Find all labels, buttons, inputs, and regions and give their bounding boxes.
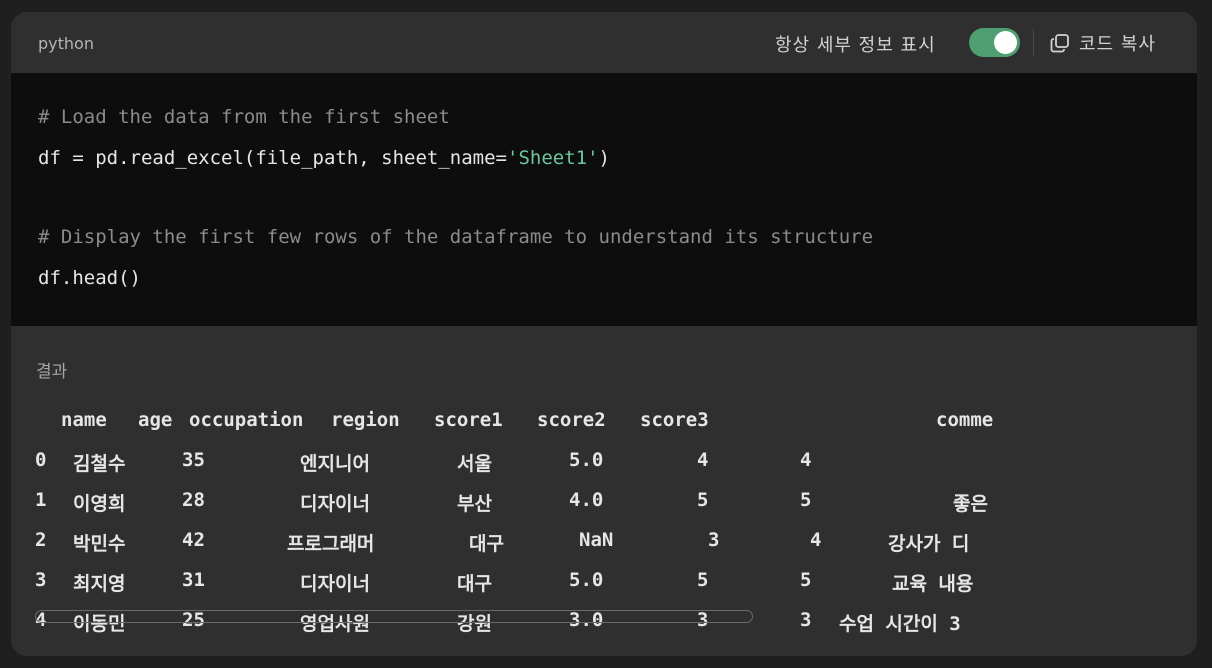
cell-age: 31 bbox=[182, 569, 205, 591]
cell-score1: 4.0 bbox=[569, 489, 604, 511]
language-label: python bbox=[38, 34, 94, 53]
code-line-head: df.head() bbox=[38, 267, 141, 289]
code-line-read-excel: df = pd.read_excel(file_path, sheet_name… bbox=[38, 147, 610, 169]
toggle-knob bbox=[994, 31, 1017, 54]
column-header: name bbox=[61, 409, 107, 431]
code-comment-display: # Display the first few rows of the data… bbox=[38, 226, 874, 248]
result-panel: 결과 name age occupation region score1 sco… bbox=[11, 326, 1197, 656]
code-text: ) bbox=[598, 147, 610, 169]
row-index: 1 bbox=[35, 489, 47, 511]
cell-score2: 5 bbox=[697, 569, 709, 591]
cell-occupation: 디자이너 bbox=[300, 493, 370, 515]
cell-score1: NaN bbox=[579, 529, 614, 551]
cell-age: 28 bbox=[182, 489, 205, 511]
copy-code-button[interactable]: 코드 복사 bbox=[1049, 29, 1156, 57]
cell-name: 이영희 bbox=[73, 493, 126, 515]
cell-score3: 5 bbox=[800, 569, 812, 591]
copy-code-label: 코드 복사 bbox=[1079, 34, 1156, 55]
cell-region: 대구 bbox=[457, 573, 492, 595]
cell-comment: 좋은 bbox=[953, 493, 988, 515]
cell-occupation: 엔지니어 bbox=[300, 453, 370, 475]
cell-score1: 5.0 bbox=[569, 449, 604, 471]
header-divider bbox=[1033, 29, 1034, 56]
cell-comment: 교육 내용 bbox=[892, 573, 974, 595]
column-header: score1 bbox=[434, 409, 503, 431]
cell-score3: 4 bbox=[800, 449, 812, 471]
cell-score2: 3 bbox=[708, 529, 720, 551]
cell-age: 42 bbox=[182, 529, 205, 551]
cell-occupation: 프로그래머 bbox=[287, 533, 375, 555]
row-index: 0 bbox=[35, 449, 47, 471]
code-area: # Load the data from the first sheet df … bbox=[11, 73, 1197, 326]
code-comment-load: # Load the data from the first sheet bbox=[38, 106, 450, 128]
cell-score2: 4 bbox=[697, 449, 709, 471]
row-index: 3 bbox=[35, 569, 47, 591]
cell-name: 김철수 bbox=[73, 453, 126, 475]
row-index: 2 bbox=[35, 529, 47, 551]
cell-region: 대구 bbox=[469, 533, 504, 555]
always-show-details-toggle[interactable] bbox=[969, 28, 1020, 57]
cell-comment: 수업 시간이 3 bbox=[839, 613, 961, 635]
column-header: score2 bbox=[537, 409, 606, 431]
horizontal-scrollbar[interactable] bbox=[35, 610, 753, 623]
cell-region: 부산 bbox=[457, 493, 492, 515]
cell-score1: 5.0 bbox=[569, 569, 604, 591]
column-header: region bbox=[331, 409, 400, 431]
cell-score3: 4 bbox=[810, 529, 822, 551]
column-header: score3 bbox=[640, 409, 709, 431]
column-header: age bbox=[138, 409, 173, 431]
cell-name: 최지영 bbox=[73, 573, 126, 595]
code-string: 'Sheet1' bbox=[507, 147, 599, 169]
result-label: 결과 bbox=[36, 362, 68, 382]
code-text: df = pd.read_excel(file_path, sheet_name… bbox=[38, 147, 507, 169]
column-header: comme bbox=[936, 409, 993, 431]
cell-score3: 5 bbox=[800, 489, 812, 511]
cell-name: 박민수 bbox=[73, 533, 126, 555]
cell-region: 서울 bbox=[457, 453, 492, 475]
result-table: name age occupation region score1 score2… bbox=[33, 393, 993, 643]
cell-score3: 3 bbox=[800, 609, 812, 631]
always-show-details-label: 항상 세부 정보 표시 bbox=[775, 35, 936, 56]
column-header: occupation bbox=[189, 409, 304, 431]
code-block-card: python 항상 세부 정보 표시 코드 복사 # Load the data… bbox=[11, 12, 1197, 656]
cell-score2: 5 bbox=[697, 489, 709, 511]
code-block-header: python 항상 세부 정보 표시 코드 복사 bbox=[11, 12, 1197, 73]
cell-age: 35 bbox=[182, 449, 205, 471]
copy-icon bbox=[1050, 34, 1069, 53]
cell-occupation: 디자이너 bbox=[300, 573, 370, 595]
cell-comment: 강사가 디 bbox=[888, 533, 970, 555]
